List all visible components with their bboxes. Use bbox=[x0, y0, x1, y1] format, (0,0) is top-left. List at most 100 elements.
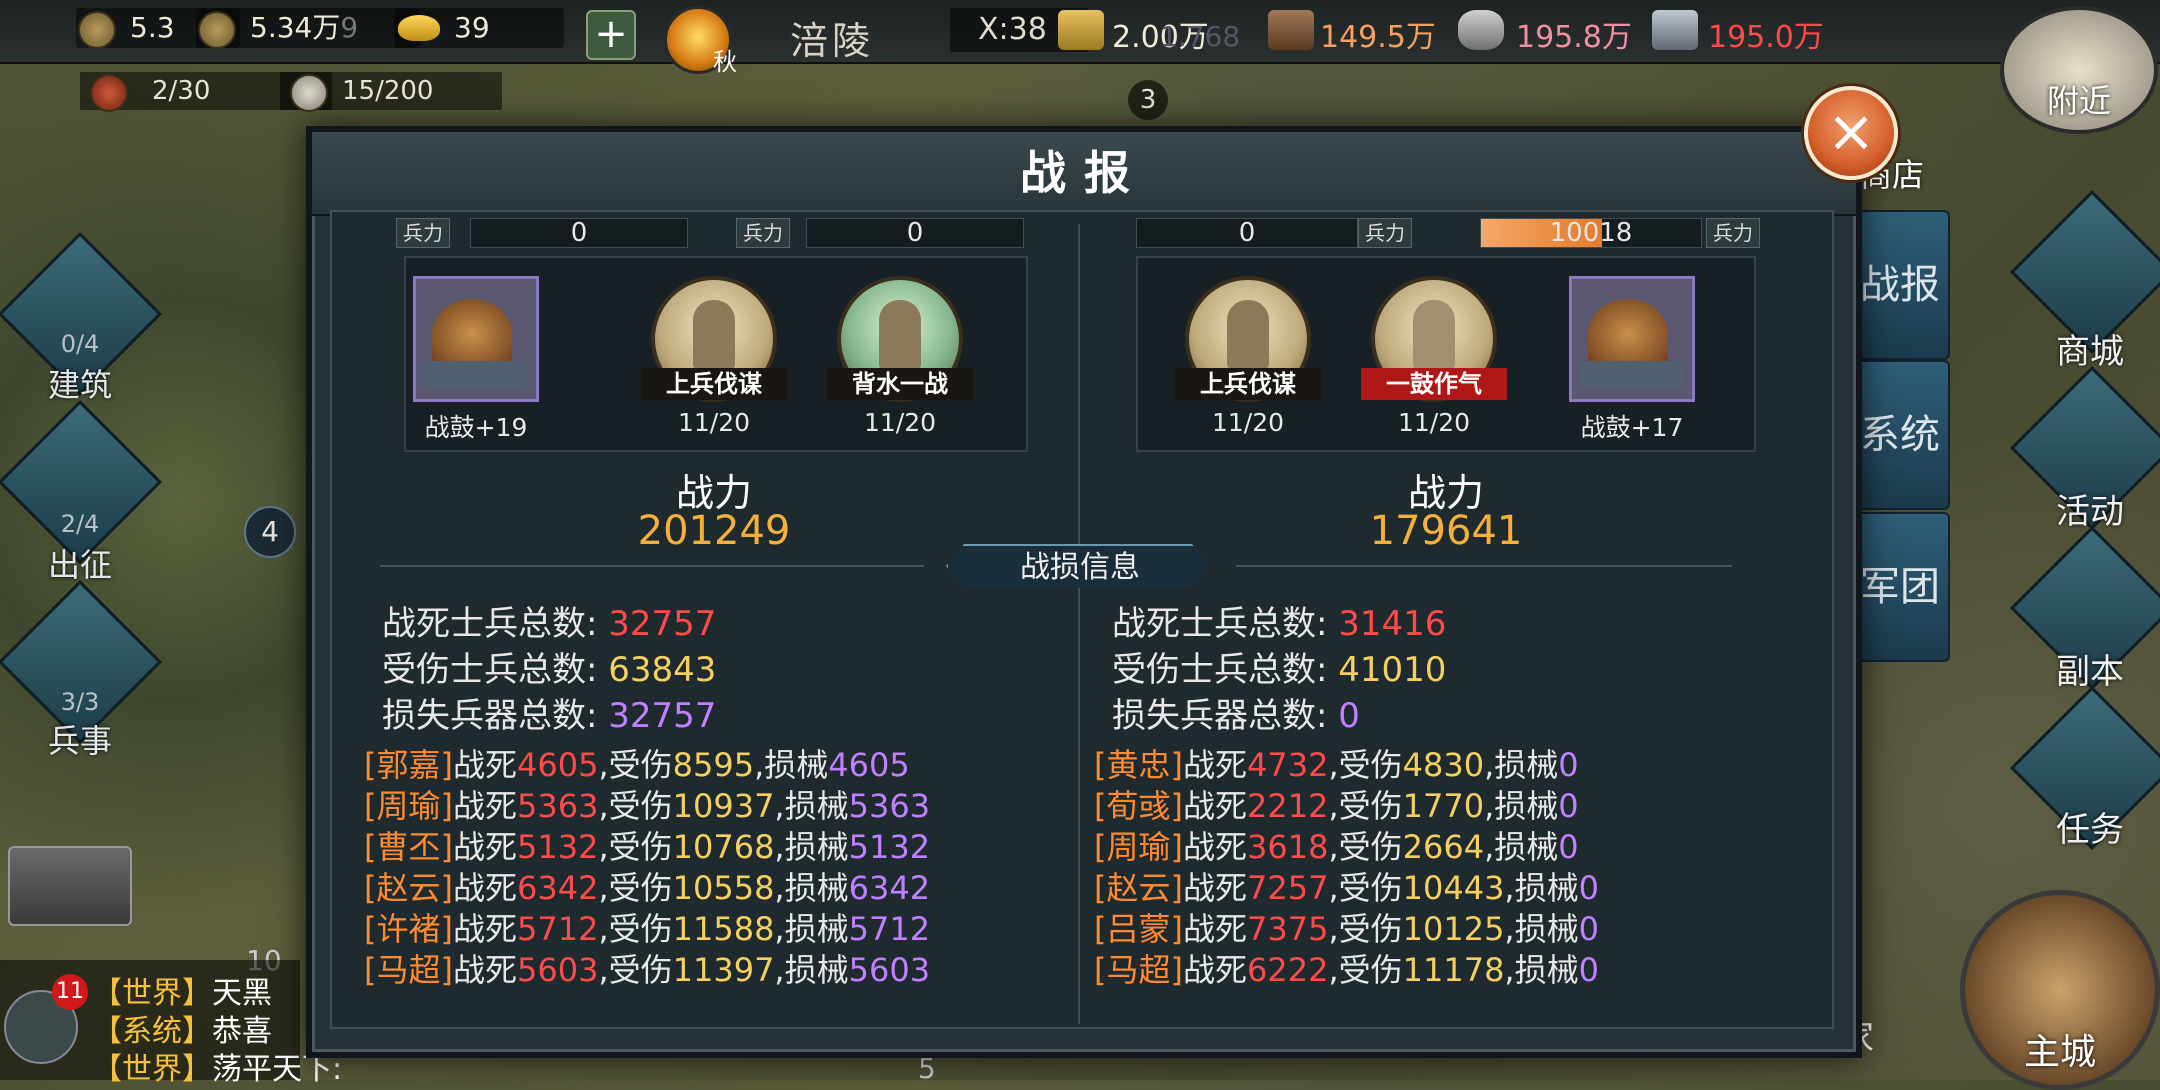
general-loss-row: [周瑜]战死3618,受伤2664,损械0 bbox=[1094, 828, 1579, 866]
general-name: [赵云] bbox=[364, 869, 453, 907]
tactic-item[interactable]: 背水一战 11/20 bbox=[820, 276, 980, 437]
general-name: [许褚] bbox=[364, 910, 453, 948]
season-label: 秋 bbox=[713, 48, 737, 76]
march-marker[interactable]: 4 bbox=[244, 506, 296, 558]
general-name: [荀彧] bbox=[1094, 787, 1183, 825]
general-name: [周瑜] bbox=[364, 787, 453, 825]
troop-label: 兵力 bbox=[736, 218, 790, 248]
general-loss-row: [马超]战死6222,受伤11178,损械0 bbox=[1094, 951, 1599, 989]
wounded-value: 10125 bbox=[1402, 910, 1505, 948]
season-indicator[interactable]: 秋 bbox=[664, 6, 737, 76]
dungeon-label[interactable]: 副本 bbox=[2010, 644, 2160, 693]
wounded-value: 2664 bbox=[1402, 828, 1485, 866]
march-count: 2/4 bbox=[60, 510, 100, 538]
copper-resource-2: 5.34万9 bbox=[196, 8, 420, 49]
general-name: [黄忠] bbox=[1094, 746, 1183, 784]
wounded-value: 11397 bbox=[672, 951, 775, 989]
killed-value: 7257 bbox=[1247, 869, 1329, 907]
right-troop-1: 0 bbox=[1136, 218, 1358, 248]
lost-value: 0 bbox=[1558, 746, 1579, 784]
main-city-button[interactable]: 主城 bbox=[1960, 890, 2160, 1090]
right-troop-2: 10018 bbox=[1480, 218, 1702, 248]
killed-value: 4605 bbox=[517, 746, 599, 784]
wounded-value: 8595 bbox=[672, 746, 755, 784]
general-loss-row: [吕蒙]战死7375,受伤10125,损械0 bbox=[1094, 910, 1599, 948]
general-loss-row: [赵云]战死6342,受伤10558,损械6342 bbox=[364, 869, 931, 907]
general-name: [周瑜] bbox=[1094, 828, 1183, 866]
supply-count: 15/200 bbox=[280, 72, 502, 112]
morale-medal-icon: 一鼓作气 bbox=[1361, 276, 1507, 402]
activity-label[interactable]: 活动 bbox=[2010, 484, 2160, 533]
lost-value: 5363 bbox=[848, 787, 931, 825]
right-wounded-total: 受伤士兵总数: 41010 bbox=[1112, 650, 1447, 690]
general-loss-row: [黄忠]战死4732,受伤4830,损械0 bbox=[1094, 746, 1579, 784]
building-count: 0/4 bbox=[60, 330, 100, 358]
general-name: [郭嘉] bbox=[364, 746, 453, 784]
killed-value: 3618 bbox=[1247, 828, 1329, 866]
general-loss-row: [曹丕]战死5132,受伤10768,损械5132 bbox=[364, 828, 931, 866]
killed-value: 5712 bbox=[517, 910, 599, 948]
quest-label[interactable]: 任务 bbox=[2010, 802, 2160, 851]
lost-value: 0 bbox=[1578, 910, 1599, 948]
map-marker-3: 3 bbox=[1128, 80, 1168, 120]
right-killed-total: 战死士兵总数: 31416 bbox=[1112, 604, 1447, 644]
troop-label: 兵力 bbox=[1706, 218, 1760, 248]
general-loss-row: [赵云]战死7257,受伤10443,损械0 bbox=[1094, 869, 1599, 907]
general-loss-row: [许褚]战死5712,受伤11588,损械5712 bbox=[364, 910, 931, 948]
close-button[interactable]: × bbox=[1804, 86, 1898, 180]
right-lost-total: 损失兵器总数: 0 bbox=[1112, 696, 1360, 736]
lost-value: 4605 bbox=[828, 746, 910, 784]
tab-legion[interactable]: 军团 bbox=[1850, 512, 1950, 662]
wounded-value: 11588 bbox=[672, 910, 775, 948]
wounded-value: 11178 bbox=[1402, 951, 1505, 989]
lost-value: 0 bbox=[1558, 828, 1579, 866]
general-icon bbox=[90, 74, 128, 112]
left-killed-total: 战死士兵总数: 32757 bbox=[382, 604, 717, 644]
nearby-button[interactable]: 附近 bbox=[2000, 6, 2158, 134]
general-loss-row: [郭嘉]战死4605,受伤8595,损械4605 bbox=[364, 746, 910, 784]
military-label[interactable]: 兵事 bbox=[30, 716, 130, 762]
strategist-medal-icon: 上兵伐谋 bbox=[1175, 276, 1321, 402]
left-wounded-total: 受伤士兵总数: 63843 bbox=[382, 650, 717, 690]
killed-value: 5363 bbox=[517, 787, 599, 825]
war-drum-item[interactable]: 战鼓+19 bbox=[396, 276, 556, 444]
tab-system[interactable]: 系统 bbox=[1850, 360, 1950, 510]
wood-icon bbox=[1268, 10, 1314, 50]
lost-value: 5603 bbox=[848, 951, 931, 989]
tactic-item[interactable]: 上兵伐谋 11/20 bbox=[1168, 276, 1328, 437]
mall-label[interactable]: 商城 bbox=[2010, 324, 2160, 373]
war-drum-icon bbox=[1569, 276, 1695, 402]
add-gold-button[interactable]: + bbox=[586, 10, 636, 60]
killed-value: 2212 bbox=[1247, 787, 1329, 825]
tab-battle-report[interactable]: 战报 bbox=[1850, 210, 1950, 360]
killed-value: 7375 bbox=[1247, 910, 1329, 948]
military-count: 3/3 bbox=[60, 688, 100, 716]
lost-value: 0 bbox=[1578, 951, 1599, 989]
tactic-item[interactable]: 一鼓作气 11/20 bbox=[1354, 276, 1514, 437]
dialog-title: 战报 bbox=[312, 132, 1856, 216]
troop-label: 兵力 bbox=[396, 218, 450, 248]
wounded-value: 1770 bbox=[1402, 787, 1485, 825]
war-drum-item[interactable]: 战鼓+17 bbox=[1552, 276, 1712, 444]
chat-line: 【世界】荡平天下: bbox=[92, 1052, 343, 1087]
iron-icon bbox=[1652, 10, 1698, 50]
lost-value: 5132 bbox=[848, 828, 931, 866]
general-name: [赵云] bbox=[1094, 869, 1183, 907]
killed-value: 4732 bbox=[1247, 746, 1329, 784]
general-name: [马超] bbox=[364, 951, 453, 989]
stone-icon bbox=[1458, 10, 1504, 50]
loss-info-header: 战损信息 bbox=[946, 544, 1210, 588]
city-name[interactable]: 涪陵 bbox=[790, 10, 874, 65]
wheat-icon bbox=[1058, 10, 1104, 50]
strategist-medal-icon: 上兵伐谋 bbox=[641, 276, 787, 402]
iron-value: 195.0万 bbox=[1708, 20, 1824, 55]
troop-label: 兵力 bbox=[1358, 218, 1412, 248]
general-name: [马超] bbox=[1094, 951, 1183, 989]
section-rule bbox=[380, 565, 924, 567]
left-power-value: 201249 bbox=[637, 508, 791, 554]
coin-icon bbox=[198, 11, 236, 49]
mail-icon[interactable] bbox=[8, 846, 132, 926]
coin-icon bbox=[78, 11, 116, 49]
gold-ingot-icon bbox=[398, 15, 440, 41]
tactic-item[interactable]: 上兵伐谋 11/20 bbox=[634, 276, 794, 437]
